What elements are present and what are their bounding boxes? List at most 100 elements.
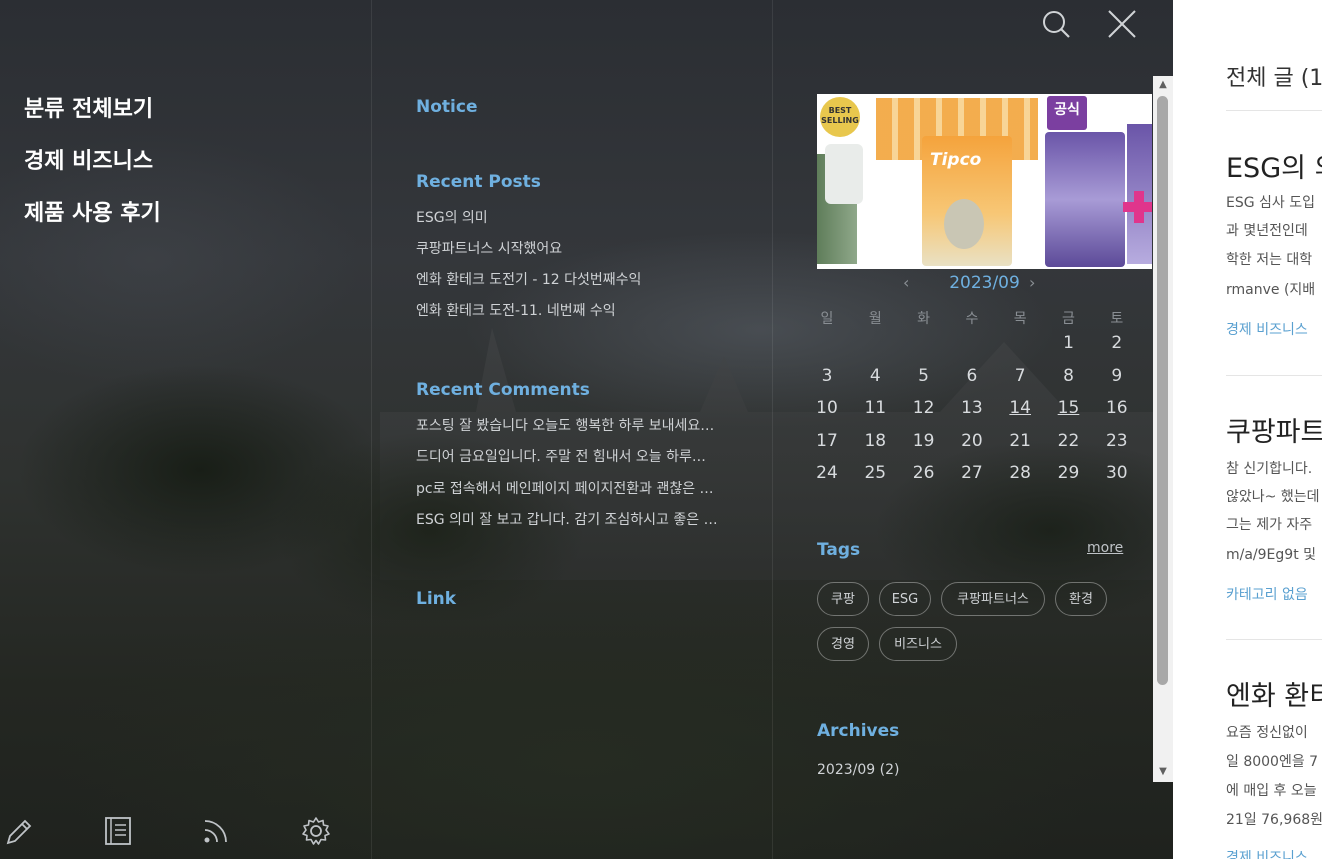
calendar-day: 7 [1014,365,1026,386]
recent-post-item[interactable]: 쿠팡파트너스 시작했어요 [416,238,736,260]
calendar-day: 20 [961,430,983,451]
best-selling-badge: BEST SELLING [820,97,860,137]
calendar-day: 10 [816,398,838,419]
post-excerpt-line: 과 몇년전인데 [1226,223,1308,239]
calendar-day: 19 [912,430,935,451]
tag-chip[interactable]: 경영 [817,627,869,661]
calendar-day: 30 [1105,463,1128,484]
recent-post-item[interactable]: ESG의 의미 [416,207,736,229]
calendar-day: 23 [1105,430,1128,451]
calendar-day[interactable]: 15 [1045,392,1093,424]
calendar-title[interactable]: 2023/09 [949,273,1020,293]
divider [1226,639,1322,640]
post-title[interactable]: 엔화 환티 [1226,674,1322,713]
post-excerpt-line: 에 매입 후 오늘 [1226,783,1317,799]
juice-brand-text: Tipco [930,150,982,170]
scroll-up-arrow-icon[interactable]: ▲ [1153,76,1173,94]
recent-comment-item[interactable]: 드디어 금요일입니다. 주말 전 힘내서 오늘 하루… [416,446,718,468]
tag-chip[interactable]: 쿠팡 [817,582,869,616]
product-image-juice: Tipco [872,94,1042,269]
calendar-day[interactable]: 14 [996,392,1044,424]
tags-title: Tags [817,540,861,560]
calendar-day: 9 [1111,365,1123,386]
close-icon[interactable] [1106,8,1138,40]
archives-title: Archives [817,721,900,741]
calendar-weekday-label: 일 [820,311,834,327]
calendar-day: 24 [816,463,838,484]
calendar-day: 11 [864,398,887,419]
calendar-day: 26 [912,463,935,484]
calendar-day: 17 [816,430,838,451]
pencil-icon[interactable] [4,815,36,847]
divider [1226,110,1322,111]
post-excerpt-line: 21일 76,968원 [1226,812,1322,828]
calendar-day: 16 [1105,398,1128,419]
post-excerpt-line: 학한 저는 대학 [1226,252,1313,268]
divider [1226,375,1322,376]
notice-title[interactable]: Notice [416,95,477,119]
recent-post-item[interactable]: 엔화 환테크 도전기 - 12 다섯번째수익 [416,269,736,291]
notebook-icon[interactable] [102,815,134,847]
post-excerpt-line: 않았나~ 했는데 [1226,489,1320,505]
post-title[interactable]: ESG의 의 [1226,146,1322,185]
post-category-link[interactable]: 카테고리 없음 [1226,584,1308,604]
calendar-next-button[interactable]: › [1029,270,1035,296]
calendar-day: 1 [1063,333,1074,353]
calendar-day: 18 [864,430,887,451]
post-excerpt-line: 일 8000엔을 7 [1226,754,1319,770]
tag-chip[interactable]: 쿠팡파트너스 [941,582,1045,616]
calendar-day: 25 [864,463,887,484]
category-item-reviews[interactable]: 제품 사용 후기 [24,199,161,229]
product-image-tissue: 공식 [1045,94,1152,269]
archive-item[interactable]: 2023/09 (2) [817,762,899,778]
category-item-all[interactable]: 분류 전체보기 [24,95,161,125]
official-badge: 공식 [1047,96,1087,130]
post-list-panel: 전체 글 (1 ESG의 의 ESG 심사 도입 과 몇년전인데 학한 저는 대… [1173,0,1322,859]
post-category-link[interactable]: 경제 비즈니스 [1226,319,1308,339]
calendar-day: 22 [1057,430,1080,451]
calendar-prev-button[interactable]: ‹ [903,270,909,296]
scroll-down-arrow-icon[interactable]: ▼ [1153,763,1173,781]
category-item-economy[interactable]: 경제 비즈니스 [24,147,161,177]
product-banner[interactable]: BEST SELLING Tipco 공식 [817,94,1152,269]
scrollbar-thumb[interactable] [1157,96,1168,685]
calendar-day: 4 [869,365,881,386]
calendar-weekday-label: 월 [868,311,882,327]
calendar-weekday-label: 수 [965,311,979,327]
column-divider [772,0,773,859]
tag-chip[interactable]: ESG [879,582,931,616]
tag-chip[interactable]: 비즈니스 [879,627,957,661]
recent-post-item[interactable]: 엔화 환테크 도전-11. 네번째 수익 [416,300,736,322]
rss-icon[interactable] [200,815,232,847]
calendar-header: ‹ 2023/09 › [817,270,1152,296]
recent-comments-title: Recent Comments [416,380,590,400]
calendar-day: 27 [961,463,983,484]
post-category-link[interactable]: 경제 비즈니스 [1226,847,1308,859]
tags-more-link[interactable]: more [1087,540,1123,556]
product-image-trash-bags: BEST SELLING [817,94,869,269]
calendar-day: 21 [1009,430,1031,451]
calendar-day: 2 [1111,333,1123,353]
calendar-day: 8 [1063,365,1074,386]
gear-icon[interactable] [300,815,332,847]
post-title[interactable]: 쿠팡파트 [1226,410,1322,449]
recent-comment-item[interactable]: 포스팅 잘 봤습니다 오늘도 행복한 하루 보내세요… [416,415,728,437]
column-divider [371,0,372,859]
calendar-day: 3 [821,365,833,386]
post-excerpt-line: 그는 제가 자주 [1226,517,1313,533]
post-excerpt-line: rmanve (지배 [1226,282,1316,298]
tag-chip[interactable]: 환경 [1055,582,1107,616]
post-excerpt-line: 요즘 정신없이 [1226,725,1308,741]
calendar-day: 5 [918,365,929,386]
calendar-weekday-label: 목 [1013,311,1027,327]
search-icon[interactable] [1040,8,1072,40]
recent-comment-item[interactable]: ESG 의미 잘 보고 갑니다. 감기 조심하시고 좋은 … [416,509,728,531]
category-list: 분류 전체보기 경제 비즈니스 제품 사용 후기 [24,95,161,251]
link-title: Link [416,589,457,609]
post-list-heading: 전체 글 (1 [1226,66,1322,91]
post-excerpt-line: m/a/9Eg9t 및 [1226,547,1317,563]
calendar-day: 13 [961,398,983,419]
recent-posts-title: Recent Posts [416,172,541,192]
calendar-day: 28 [1009,463,1031,484]
recent-comment-item[interactable]: pc로 접속해서 메인페이지 페이지전환과 괜찮은 … [416,478,728,500]
